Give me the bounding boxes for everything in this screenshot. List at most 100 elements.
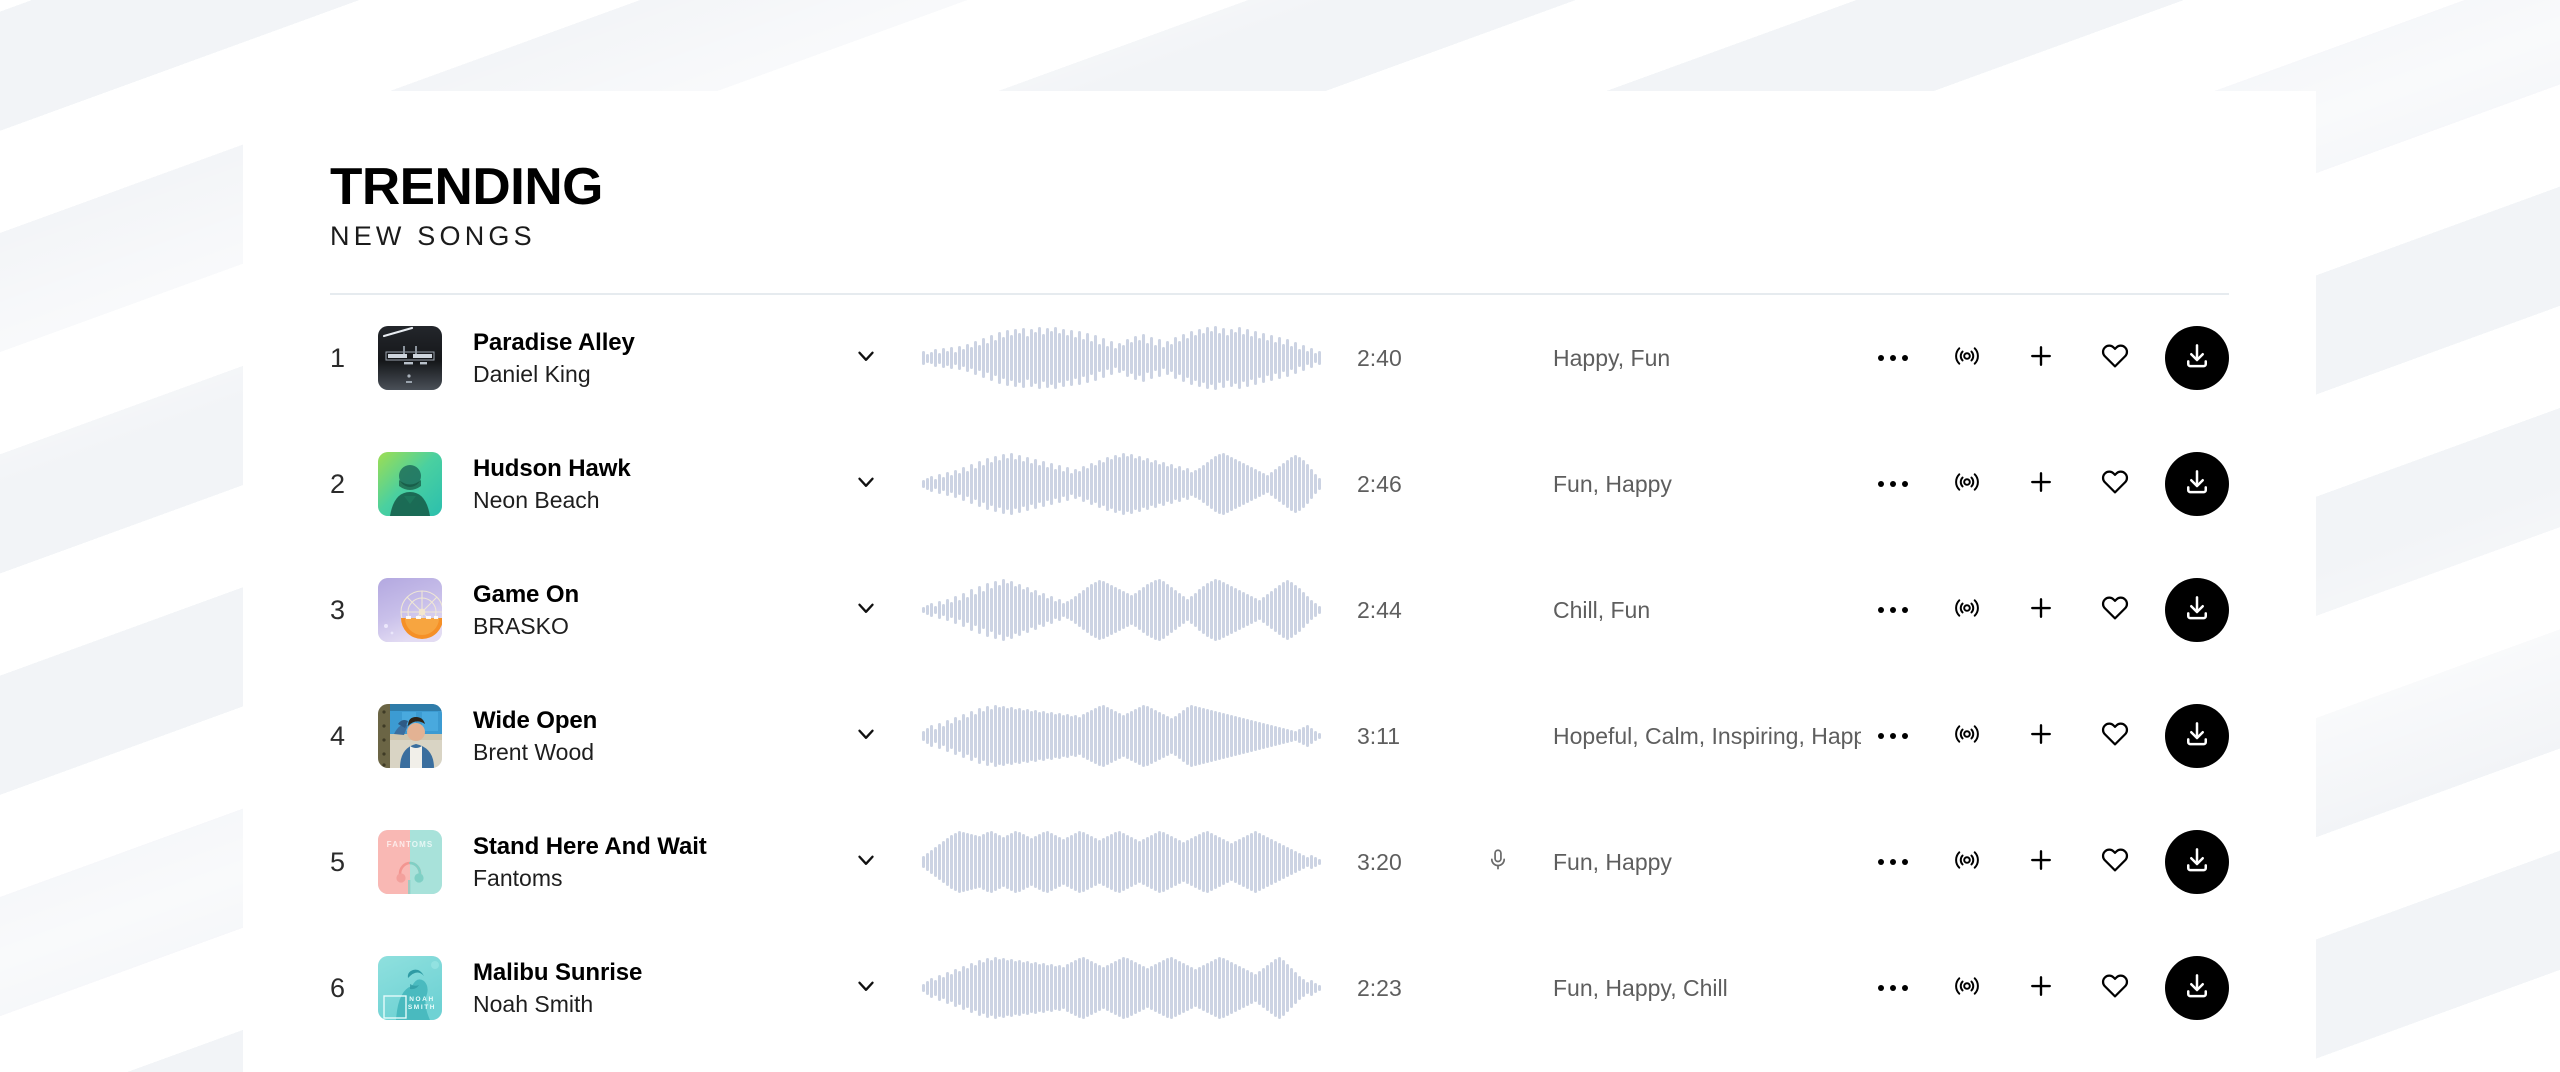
waveform-bar — [1102, 967, 1105, 1010]
waveform-bar — [1038, 964, 1041, 1013]
waveform-bar — [1198, 329, 1201, 388]
track-row[interactable]: 4 Wide Open Brent Wood 3:11 Hopeful, Calm,… — [243, 673, 2316, 799]
favorite-button[interactable] — [2083, 956, 2147, 1020]
more-options-button[interactable] — [1861, 326, 1925, 390]
waveform-player[interactable] — [922, 827, 1321, 897]
add-to-playlist-button[interactable] — [2009, 830, 2073, 894]
download-button[interactable] — [2165, 326, 2229, 391]
broadcast-button[interactable] — [1935, 452, 1999, 516]
waveform-bar — [1214, 835, 1217, 890]
download-button[interactable] — [2165, 578, 2229, 643]
waveform-bar — [1174, 959, 1177, 1018]
more-options-button[interactable] — [1861, 578, 1925, 642]
favorite-button[interactable] — [2083, 704, 2147, 768]
track-artist[interactable]: Neon Beach — [473, 487, 818, 514]
expand-row-button[interactable] — [818, 973, 914, 1004]
track-title[interactable]: Game On — [473, 581, 818, 609]
waveform-bar — [1138, 590, 1141, 631]
broadcast-button[interactable] — [1935, 830, 1999, 894]
track-title[interactable]: Malibu Sunrise — [473, 959, 818, 987]
waveform-bar — [1230, 715, 1233, 758]
album-art[interactable] — [378, 326, 442, 391]
expand-row-button[interactable] — [818, 721, 914, 752]
waveform-bar — [1146, 584, 1149, 637]
waveform-bar — [1242, 334, 1245, 383]
track-row[interactable]: 3 Game On BRASKO 2:44 Chill, Fun — [243, 547, 2316, 673]
expand-row-button[interactable] — [818, 595, 914, 626]
waveform-bar — [926, 853, 929, 872]
more-options-button[interactable] — [1861, 956, 1925, 1020]
waveform-bar — [1206, 709, 1209, 764]
waveform-player[interactable] — [922, 449, 1321, 519]
waveform-player[interactable] — [922, 575, 1321, 645]
download-button[interactable] — [2165, 452, 2229, 517]
more-options-button[interactable] — [1861, 452, 1925, 516]
waveform-bar — [1182, 710, 1185, 763]
track-title[interactable]: Stand Here And Wait — [473, 833, 818, 861]
waveform-bar — [958, 831, 961, 894]
waveform-bar — [1094, 582, 1097, 639]
waveform-bar — [930, 978, 933, 999]
waveform-bar — [1262, 968, 1265, 1009]
album-art[interactable]: NOAH SMITH — [378, 956, 442, 1021]
waveform-bar — [1138, 964, 1141, 1013]
album-art[interactable] — [378, 704, 442, 769]
track-title[interactable]: Paradise Alley — [473, 329, 818, 357]
track-row[interactable]: 1 Paradise Alley Daniel King 2:40 Happy, F… — [243, 295, 2316, 421]
waveform-bar — [1202, 832, 1205, 893]
add-to-playlist-button[interactable] — [2009, 452, 2073, 516]
favorite-button[interactable] — [2083, 452, 2147, 516]
waveform-bar — [1154, 580, 1157, 641]
waveform-bar — [1094, 465, 1097, 504]
waveform-bar — [1162, 960, 1165, 1017]
waveform-bar — [934, 606, 937, 615]
album-art[interactable] — [378, 578, 442, 643]
waveform-bar — [1162, 347, 1165, 370]
broadcast-button[interactable] — [1935, 956, 1999, 1020]
broadcast-button[interactable] — [1935, 704, 1999, 768]
waveform-bar — [1278, 957, 1281, 1020]
waveform-bar — [1130, 595, 1133, 626]
download-button[interactable] — [2165, 830, 2229, 895]
track-artist[interactable]: Noah Smith — [473, 991, 818, 1018]
expand-row-button[interactable] — [818, 469, 914, 500]
broadcast-button[interactable] — [1935, 326, 1999, 390]
plus-icon — [2026, 845, 2056, 880]
page-subtitle: NEW SONGS — [330, 221, 536, 252]
track-title[interactable]: Hudson Hawk — [473, 455, 818, 483]
track-title[interactable]: Wide Open — [473, 707, 818, 735]
album-art[interactable]: FANTOMS — [378, 830, 442, 895]
download-button[interactable] — [2165, 704, 2229, 769]
waveform-player[interactable] — [922, 953, 1321, 1023]
more-options-button[interactable] — [1861, 830, 1925, 894]
waveform-bar — [1010, 453, 1013, 516]
waveform-bar — [1190, 838, 1193, 887]
waveform-bar — [1122, 453, 1125, 516]
track-row[interactable]: 2 Hudson Hawk Neon Beach 2:46 Fun, Happy — [243, 421, 2316, 547]
track-row[interactable]: 5 FANTOMS Stand Here And Wait Fantoms 3:2… — [243, 799, 2316, 925]
add-to-playlist-button[interactable] — [2009, 956, 2073, 1020]
track-row[interactable]: 6 NOAH SMITH Malibu Sunrise Noah Smith 2:… — [243, 925, 2316, 1051]
waveform-player[interactable] — [922, 701, 1321, 771]
track-artist[interactable]: Fantoms — [473, 865, 818, 892]
track-artist[interactable]: Daniel King — [473, 361, 818, 388]
add-to-playlist-button[interactable] — [2009, 578, 2073, 642]
favorite-button[interactable] — [2083, 830, 2147, 894]
favorite-button[interactable] — [2083, 326, 2147, 390]
favorite-button[interactable] — [2083, 578, 2147, 642]
add-to-playlist-button[interactable] — [2009, 326, 2073, 390]
waveform-bar — [1274, 959, 1277, 1018]
track-artist[interactable]: Brent Wood — [473, 739, 818, 766]
expand-row-button[interactable] — [818, 343, 914, 374]
waveform-bar — [982, 711, 985, 762]
more-options-button[interactable] — [1861, 704, 1925, 768]
download-button[interactable] — [2165, 956, 2229, 1021]
expand-row-button[interactable] — [818, 847, 914, 878]
album-art[interactable] — [378, 452, 442, 517]
waveform-bar — [1246, 329, 1249, 388]
add-to-playlist-button[interactable] — [2009, 704, 2073, 768]
track-artist[interactable]: BRASKO — [473, 613, 818, 640]
broadcast-button[interactable] — [1935, 578, 1999, 642]
waveform-player[interactable] — [922, 323, 1321, 393]
waveform-bar — [974, 594, 977, 627]
